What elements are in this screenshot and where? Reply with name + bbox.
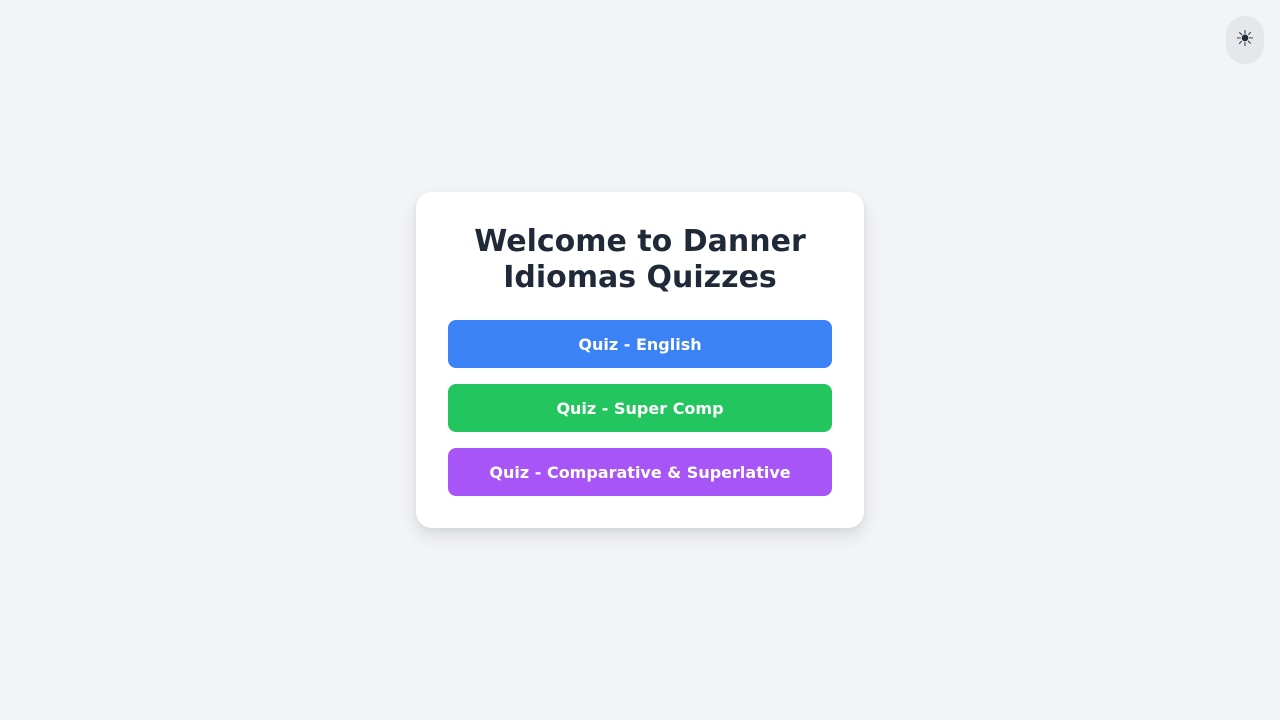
theme-toggle-button[interactable]: ☀ (1226, 16, 1264, 64)
page: ☀ Welcome to Danner Idiomas Quizzes Quiz… (0, 0, 1280, 720)
welcome-card: Welcome to Danner Idiomas Quizzes Quiz -… (416, 192, 864, 528)
quiz-comparative-superlative-button[interactable]: Quiz - Comparative & Superlative (448, 448, 832, 496)
quiz-button-list: Quiz - English Quiz - Super Comp Quiz - … (448, 320, 832, 496)
sun-icon: ☀ (1235, 27, 1255, 52)
quiz-english-button[interactable]: Quiz - English (448, 320, 832, 368)
quiz-super-comp-button[interactable]: Quiz - Super Comp (448, 384, 832, 432)
page-title: Welcome to Danner Idiomas Quizzes (474, 224, 806, 295)
